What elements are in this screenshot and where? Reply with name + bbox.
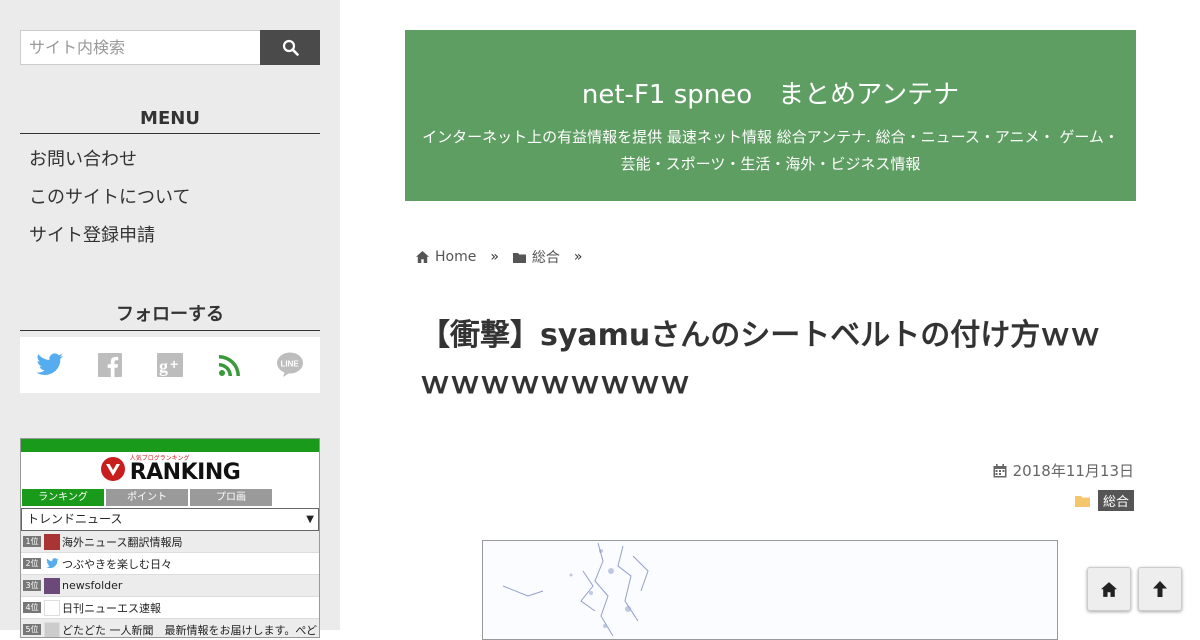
ranking-logo[interactable]: 人気ブログランキング RANKING	[21, 452, 319, 486]
search-icon	[282, 39, 299, 56]
home-icon	[1101, 581, 1117, 597]
breadcrumb-separator: »	[490, 249, 499, 265]
svg-text:+: +	[170, 356, 178, 372]
breadcrumb-category-label: 総合	[531, 250, 560, 266]
ranking-widget: 人気ブログランキング RANKING ランキング ポイント プロ画 トレンドニュ…	[20, 438, 320, 638]
menu-item-register[interactable]: サイト登録申請	[29, 221, 155, 247]
breadcrumb-category[interactable]: 総合	[512, 247, 560, 267]
article-category: 総合	[1074, 490, 1134, 511]
breadcrumb: Home » 総合 »	[416, 247, 597, 267]
search-input[interactable]	[20, 30, 260, 65]
folder-icon	[512, 252, 526, 263]
menu-item-about[interactable]: このサイトについて	[29, 183, 190, 209]
ranking-blog-name: 日刊ニューエス速報	[62, 601, 161, 615]
facebook-icon[interactable]	[95, 350, 125, 380]
twitter-icon[interactable]	[35, 350, 65, 380]
rank-badge: 2位	[23, 558, 41, 569]
ranking-blog-name: つぶやきを楽しむ日々	[62, 557, 172, 571]
breadcrumb-home-label: Home	[435, 249, 477, 265]
site-header: net-F1 spneo まとめアンテナ インターネット上の有益情報を提供 最速…	[405, 30, 1136, 201]
rank-badge: 3位	[23, 580, 41, 591]
ranking-blog-name: 海外ニュース翻訳情報局	[62, 535, 183, 549]
breadcrumb-home[interactable]: Home	[416, 249, 476, 265]
article-date: 2018年11月13日	[993, 460, 1134, 481]
folder-icon	[1074, 495, 1090, 507]
follow-title: フォローする	[20, 300, 320, 331]
blog-thumbnail	[44, 533, 60, 550]
line-icon[interactable]: LINE	[275, 350, 305, 380]
search-form	[20, 30, 320, 65]
rank-badge: 1位	[23, 536, 41, 547]
ranking-row[interactable]: 4位 日刊ニューエス速報	[21, 597, 319, 619]
ranking-tab-points[interactable]: ポイント	[106, 489, 188, 506]
article-title: 【衝撃】syamuさんのシートベルトの付け方ｗｗｗｗｗｗｗｗｗｗｗ	[420, 318, 1101, 401]
ranking-logo-text: RANKING	[129, 459, 241, 485]
ranking-select-value: トレンドニュース	[27, 512, 123, 526]
twitter-icon	[44, 556, 60, 572]
home-button[interactable]	[1087, 567, 1131, 611]
ranking-row[interactable]: 3位 newsfolder	[21, 575, 319, 597]
ranking-logo-mark-icon	[100, 457, 125, 481]
category-badge[interactable]: 総合	[1097, 490, 1134, 511]
ranking-topbar	[21, 439, 319, 452]
sidebar: MENU お問い合わせ このサイトについて サイト登録申請 フォローする g+ …	[0, 0, 340, 638]
rank-badge: 4位	[23, 602, 41, 613]
home-icon	[416, 251, 429, 263]
scroll-to-top-button[interactable]	[1138, 567, 1182, 611]
site-description: インターネット上の有益情報を提供 最速ネット情報 総合アンテナ. 総合・ニュース…	[422, 128, 1119, 173]
ranking-category-select[interactable]: トレンドニュース ▼	[21, 508, 319, 531]
arrow-up-icon	[1153, 581, 1167, 597]
breadcrumb-separator: »	[573, 249, 583, 265]
google-plus-icon[interactable]: g +	[155, 350, 185, 380]
ranking-row[interactable]: 2位 つぶやきを楽しむ日々	[21, 553, 319, 575]
ranking-row[interactable]: 5位 どたどた 一人新聞 最新情報をお届けします。ぺど	[21, 619, 319, 637]
menu-item-contact[interactable]: お問い合わせ	[29, 145, 137, 171]
blog-thumbnail	[44, 599, 60, 616]
blog-thumbnail	[44, 577, 60, 594]
ranking-tab-pro[interactable]: プロ画	[190, 489, 272, 506]
article-date-text: 2018年11月13日	[1012, 462, 1134, 480]
search-button[interactable]	[260, 30, 320, 65]
ranking-tab-ranking[interactable]: ランキング	[22, 489, 104, 506]
ranking-blog-name: newsfolder	[62, 579, 123, 592]
calendar-icon	[993, 463, 1007, 477]
svg-text:g: g	[159, 356, 168, 376]
ranking-tabs: ランキング ポイント プロ画	[21, 489, 319, 506]
svg-text:LINE: LINE	[281, 360, 300, 369]
ranking-list: 1位 海外ニュース翻訳情報局 2位 つぶやきを楽しむ日々 3位 newsfold…	[21, 531, 319, 637]
site-title[interactable]: net-F1 spneo まとめアンテナ	[405, 74, 1136, 111]
rss-icon[interactable]	[215, 350, 245, 380]
follow-icons: g + LINE	[20, 337, 320, 393]
article-image	[482, 540, 1058, 640]
ranking-row[interactable]: 1位 海外ニュース翻訳情報局	[21, 531, 319, 553]
chevron-down-icon: ▼	[306, 514, 314, 525]
menu-title: MENU	[20, 108, 320, 134]
